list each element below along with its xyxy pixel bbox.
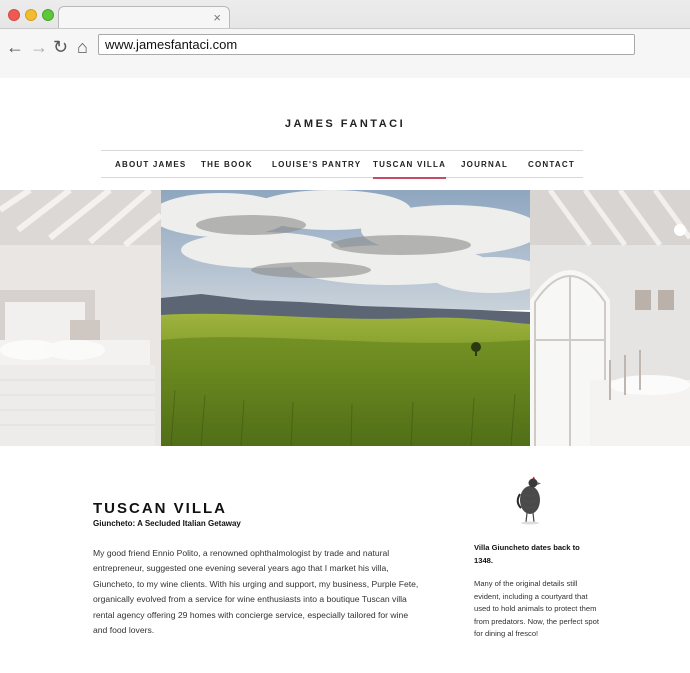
- tab-bar: ×: [0, 0, 690, 29]
- address-bar[interactable]: www.jamesfantaci.com: [98, 34, 635, 55]
- home-icon[interactable]: ⌂: [77, 38, 88, 56]
- close-window-button[interactable]: [8, 9, 20, 21]
- nav-item-the-book[interactable]: THE BOOK: [201, 160, 253, 169]
- forward-arrow-icon[interactable]: →: [30, 38, 48, 56]
- browser-toolbar: ← → ↻ ⌂ www.jamesfantaci.com: [0, 28, 690, 78]
- nav-item-contact[interactable]: CONTACT: [528, 160, 575, 169]
- sidebar-title: Villa Giuncheto dates back to 1348.: [474, 543, 580, 565]
- zoom-window-button[interactable]: [42, 9, 54, 21]
- back-arrow-icon[interactable]: ←: [6, 38, 24, 56]
- nav-item-louises-pantry[interactable]: LOUISE'S PANTRY: [272, 160, 361, 169]
- sidebar-text: Many of the original details still evide…: [474, 579, 599, 638]
- reload-icon[interactable]: ↻: [53, 38, 68, 56]
- intro-paragraph: My good friend Ennio Polito, a renowned …: [93, 548, 419, 636]
- site-title[interactable]: JAMES FANTACI: [0, 118, 690, 130]
- hero-gallery: [0, 190, 690, 446]
- nav-item-tuscan-villa[interactable]: TUSCAN VILLA: [373, 160, 447, 179]
- close-tab-icon[interactable]: ×: [213, 10, 221, 25]
- chicken-illustration: [516, 476, 544, 526]
- nav-item-journal[interactable]: JOURNAL: [461, 160, 508, 169]
- main-nav: ABOUT JAMES THE BOOK LOUISE'S PANTRY TUS…: [101, 150, 583, 179]
- bedroom-image[interactable]: [0, 190, 161, 446]
- browser-chrome: × ← → ↻ ⌂ www.jamesfantaci.com: [0, 0, 690, 78]
- page-heading: TUSCAN VILLA: [93, 500, 227, 517]
- nav-item-about-james[interactable]: ABOUT JAMES: [115, 160, 186, 169]
- minimize-window-button[interactable]: [25, 9, 37, 21]
- browser-tab[interactable]: ×: [58, 6, 230, 29]
- dining-room-image[interactable]: [530, 190, 690, 446]
- tuscan-landscape-image[interactable]: [161, 190, 530, 446]
- page-subheading: Giuncheto: A Secluded Italian Getaway: [93, 519, 241, 528]
